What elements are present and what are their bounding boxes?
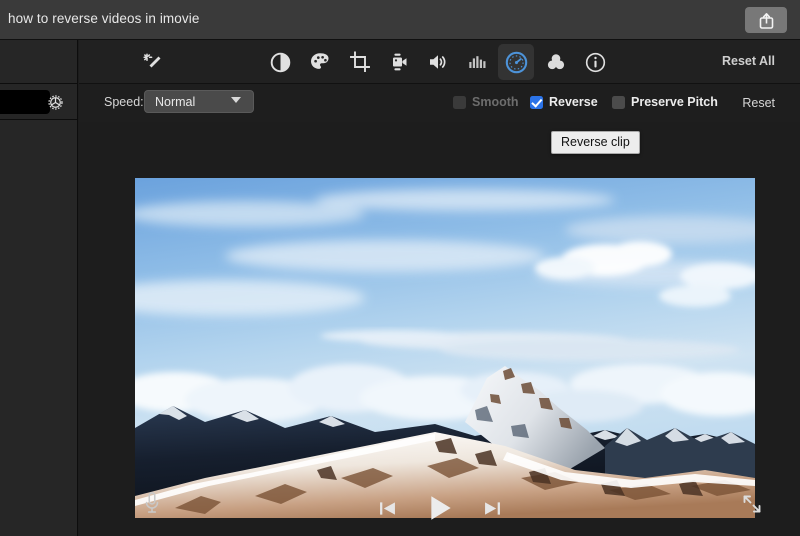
transport-controls — [79, 492, 800, 524]
overlapping-circles-icon — [547, 54, 565, 70]
mountain-photo — [135, 178, 755, 518]
window-title: how to reverse videos in imovie — [8, 11, 200, 26]
clip-thumbnail[interactable] — [0, 90, 50, 114]
smooth-label: Smooth — [472, 95, 519, 109]
checkbox-reverse[interactable]: Reverse — [530, 95, 598, 109]
speed-label: Speed: — [104, 95, 144, 109]
magic-wand-icon — [143, 53, 161, 68]
next-frame-icon — [484, 501, 500, 515]
equalizer-icon — [469, 56, 486, 68]
play-button[interactable] — [424, 492, 456, 524]
imovie-window: how to reverse videos in imovie Reset Al… — [0, 0, 800, 536]
tool-info[interactable] — [577, 44, 613, 80]
play-icon — [430, 496, 451, 520]
reset-button[interactable]: Reset — [742, 96, 775, 110]
video-camera-icon — [393, 53, 407, 71]
fullscreen-icon — [743, 495, 761, 513]
main-area: Reset All Speed: Normal Smooth Reverse P… — [79, 40, 800, 536]
title-bar: how to reverse videos in imovie — [0, 0, 800, 40]
tool-equalizer[interactable] — [459, 44, 495, 80]
reset-all-button[interactable]: Reset All — [722, 54, 775, 68]
checkbox-smooth[interactable]: Smooth — [453, 95, 519, 109]
crop-icon — [350, 51, 370, 72]
info-icon — [585, 52, 605, 72]
preserve-pitch-label: Preserve Pitch — [631, 95, 718, 109]
share-button[interactable] — [745, 7, 787, 33]
tool-crop[interactable] — [342, 44, 378, 80]
video-preview[interactable] — [135, 178, 755, 518]
checkbox-preserve-pitch[interactable]: Preserve Pitch — [612, 95, 718, 109]
preserve-pitch-checkbox[interactable] — [612, 95, 625, 109]
tool-color-balance[interactable] — [262, 44, 298, 80]
speed-controls-row: Speed: Normal Smooth Reverse Preserve Pi… — [79, 84, 800, 122]
reverse-checkbox[interactable] — [530, 95, 543, 109]
speed-select[interactable]: Normal — [144, 90, 254, 113]
left-panel — [0, 40, 78, 536]
viewer — [79, 122, 800, 536]
tool-clip-filter[interactable] — [538, 44, 574, 80]
inspector-toolbar: Reset All — [79, 40, 800, 84]
previous-frame-icon — [379, 501, 395, 515]
tool-color-correction[interactable] — [302, 44, 338, 80]
tool-auto-enhance[interactable] — [135, 44, 171, 80]
previous-frame-button[interactable] — [377, 498, 398, 519]
tooltip: Reverse clip — [551, 131, 640, 154]
left-panel-clip-row[interactable] — [0, 84, 78, 120]
gear-icon[interactable] — [46, 93, 65, 112]
smooth-checkbox[interactable] — [453, 95, 466, 109]
tool-stabilization[interactable] — [381, 44, 417, 80]
tool-speed[interactable] — [498, 44, 534, 80]
playback-bar — [79, 478, 800, 536]
left-panel-top-row — [0, 40, 78, 84]
speedometer-icon — [505, 51, 527, 73]
share-icon — [759, 12, 773, 29]
fullscreen-button[interactable] — [740, 492, 764, 521]
next-frame-button[interactable] — [482, 498, 503, 519]
palette-icon — [311, 53, 329, 69]
reverse-label: Reverse — [549, 95, 598, 109]
color-balance-icon — [270, 52, 290, 72]
speaker-icon — [430, 55, 446, 69]
tool-volume[interactable] — [420, 44, 456, 80]
